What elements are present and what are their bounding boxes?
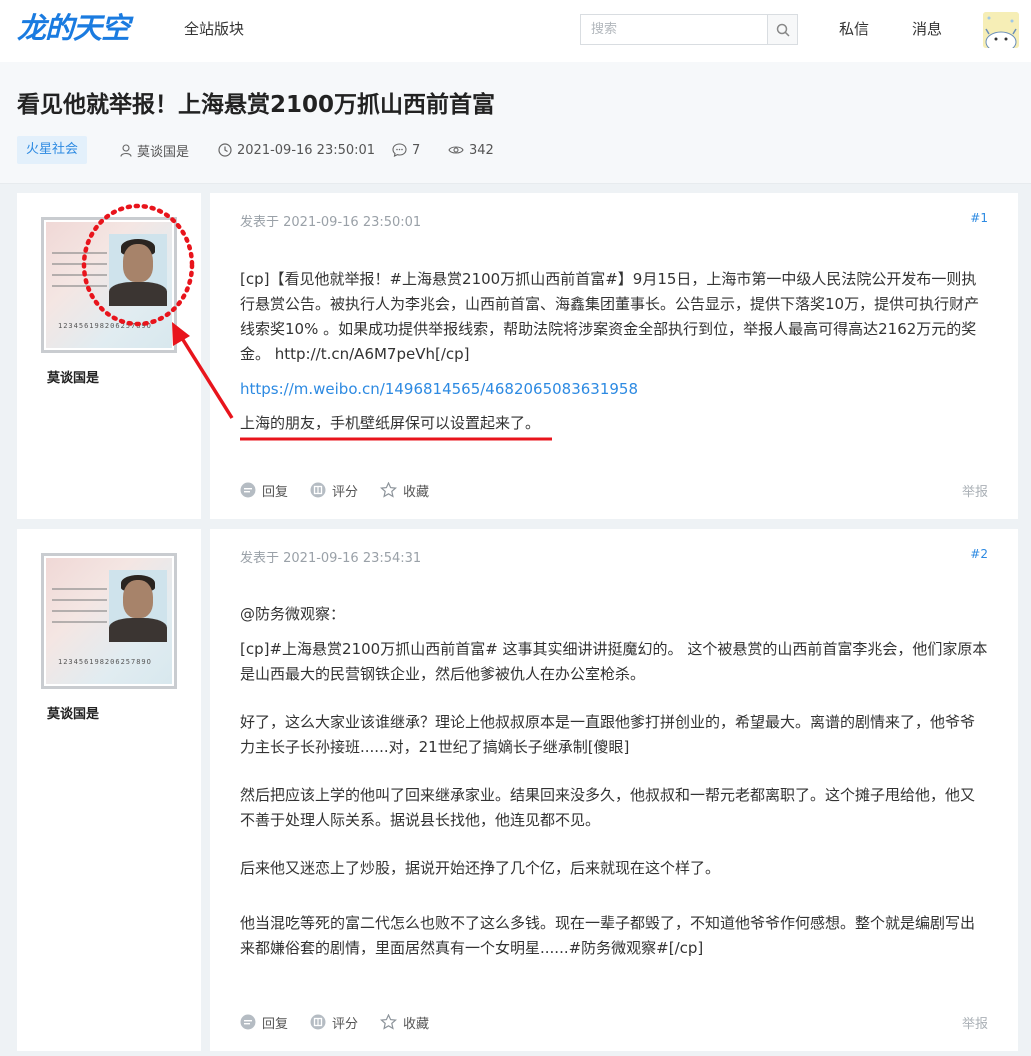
rate-icon [310, 1014, 326, 1030]
post-highlight-text: 上海的朋友，手机壁纸屏保可以设置起来了。 [240, 414, 541, 432]
report-button[interactable]: 举报 [962, 1013, 988, 1032]
post-body: @防务微观察： [cp]#上海悬赏2100万抓山西前首富# 这事其实细讲讲挺魔幻… [240, 602, 988, 961]
post-2: 12345619820625789O 莫谈国是 发表于 2021-09-16 2… [17, 529, 1018, 1051]
favorite-button[interactable]: 收藏 [380, 1013, 429, 1032]
post-author-avatar[interactable]: 12345619820625789O [41, 553, 177, 689]
post-user-panel: 12345619820625789O 莫谈国是 [17, 529, 201, 1051]
rate-label: 评分 [332, 1016, 359, 1032]
post-1: 12345619820625789O 莫谈国是 发表于 2021-09-16 2… [17, 193, 1018, 519]
eye-icon [448, 146, 464, 154]
thread-header: 看见他就举报！上海悬赏2100万抓山西前首富 火星社会 莫谈国是 2021-09… [0, 62, 1031, 184]
post-link-line: https://m.weibo.cn/1496814565/4682065083… [240, 377, 988, 402]
post-paragraph: 后来他又迷恋上了炒股，据说开始还挣了几个亿，后来就现在这个样了。 [240, 859, 721, 877]
reply-icon [240, 482, 256, 498]
search-button[interactable] [767, 15, 797, 44]
user-icon [120, 143, 132, 157]
post-author-name[interactable]: 莫谈国是 [47, 703, 99, 722]
id-card-image: 12345619820625789O [46, 222, 172, 348]
reply-label: 回复 [262, 484, 289, 500]
id-number: 12345619820625789O [58, 658, 152, 666]
post-author-avatar[interactable]: 12345619820625789O [41, 217, 177, 353]
search-icon [776, 23, 790, 37]
id-card-image: 12345619820625789O [46, 558, 172, 684]
post-floor-number[interactable]: #1 [970, 211, 988, 225]
post-paragraph: [cp]【看见他就举报！#上海悬赏2100万抓山西前首富#】9月15日，上海市第… [240, 270, 980, 363]
thread-comment-count-text: 7 [412, 142, 421, 158]
clock-icon [218, 143, 232, 157]
thread-view-count: 342 [448, 136, 494, 164]
search-input[interactable] [581, 15, 768, 44]
reply-label: 回复 [262, 1016, 289, 1032]
thread-author-name: 莫谈国是 [137, 144, 190, 160]
reply-icon [240, 1014, 256, 1030]
reply-button[interactable]: 回复 [240, 1013, 288, 1032]
post-author-name[interactable]: 莫谈国是 [47, 367, 99, 386]
thread-author[interactable]: 莫谈国是 [120, 136, 189, 164]
star-icon [380, 482, 398, 498]
post-paragraph: 他当混吃等死的富二代怎么也败不了这么多钱。现在一辈子都毁了，不知道他爷爷作何感想… [240, 914, 976, 957]
post-highlight-line: 上海的朋友，手机壁纸屏保可以设置起来了。 [240, 411, 988, 436]
post-time: 发表于 2021-09-16 23:50:01 [240, 215, 422, 230]
nav-messages[interactable]: 消息 [912, 19, 942, 39]
site-logo[interactable]: 龙的天空 [17, 10, 130, 46]
post-content-panel: 发表于 2021-09-16 23:54:31 #2 @防务微观察： [cp]#… [210, 529, 1018, 1051]
id-number: 12345619820625789O [58, 322, 152, 330]
rate-button[interactable]: 评分 [310, 481, 358, 500]
favorite-button[interactable]: 收藏 [380, 481, 429, 500]
board-badge[interactable]: 火星社会 [17, 136, 88, 164]
thread-datetime-text: 2021-09-16 23:50:01 [237, 142, 376, 158]
post-body: [cp]【看见他就举报！#上海悬赏2100万抓山西前首富#】9月15日，上海市第… [240, 267, 988, 367]
post-actions: 回复 评分 收藏 [240, 1012, 451, 1032]
thread-meta: 火星社会 莫谈国是 2021-09-16 23:50:01 7 342 [17, 136, 1017, 164]
nav-private-message[interactable]: 私信 [839, 19, 869, 39]
favorite-label: 收藏 [403, 484, 430, 500]
rate-icon [310, 482, 326, 498]
user-avatar-menu[interactable] [983, 12, 1019, 48]
post-paragraph: 然后把应该上学的他叫了回来继承家业。结果回来没多久，他叔叔和一帮元老都离职了。这… [240, 786, 976, 829]
avatar-cartoon-icon [983, 12, 1019, 48]
post-paragraph: @防务微观察： [240, 605, 346, 623]
favorite-label: 收藏 [403, 1016, 430, 1032]
thread-view-count-text: 342 [469, 142, 494, 158]
star-icon [380, 1014, 398, 1030]
post-content-panel: 发表于 2021-09-16 23:50:01 #1 [cp]【看见他就举报！#… [210, 193, 1018, 519]
post-paragraph: 好了，这么大家业该谁继承？理论上他叔叔原本是一直跟他爹打拼创业的，希望最大。离谱… [240, 713, 976, 756]
weibo-link[interactable]: https://m.weibo.cn/1496814565/4682065083… [240, 380, 638, 398]
post-user-panel: 12345619820625789O 莫谈国是 [17, 193, 201, 519]
report-button[interactable]: 举报 [962, 481, 988, 500]
thread-datetime: 2021-09-16 23:50:01 [218, 136, 375, 164]
thread-title: 看见他就举报！上海悬赏2100万抓山西前首富 [17, 92, 496, 118]
post-actions: 回复 评分 收藏 [240, 480, 451, 500]
post-floor-number[interactable]: #2 [970, 547, 988, 561]
rate-label: 评分 [332, 484, 359, 500]
top-nav-bar: 龙的天空 全站版块 私信 消息 [0, 0, 1031, 62]
post-paragraph: [cp]#上海悬赏2100万抓山西前首富# 这事其实细讲讲挺魔幻的。 这个被悬赏… [240, 640, 988, 683]
reply-button[interactable]: 回复 [240, 481, 288, 500]
post-time: 发表于 2021-09-16 23:54:31 [240, 551, 422, 566]
search-box [580, 14, 798, 45]
thread-comment-count: 7 [392, 136, 420, 164]
nav-all-boards[interactable]: 全站版块 [184, 19, 244, 39]
comment-icon [392, 143, 407, 157]
rate-button[interactable]: 评分 [310, 1013, 358, 1032]
